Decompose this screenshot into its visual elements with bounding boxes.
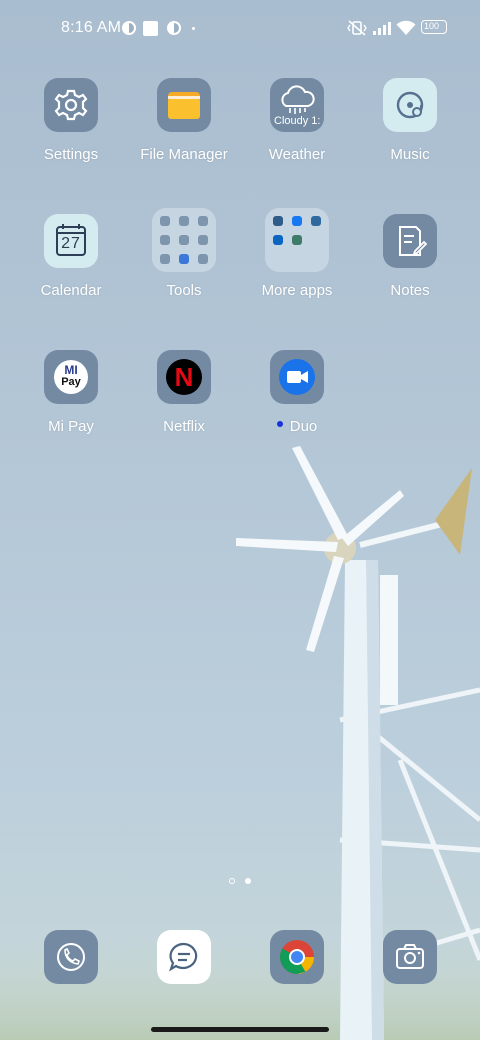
video-camera-icon [270,350,324,404]
page-dot-active[interactable] [245,878,251,884]
camera-icon [396,944,424,969]
app-settings[interactable]: Settings [16,78,126,163]
app-duo[interactable]: Duo [242,350,352,435]
more-notifications-dot [192,27,195,30]
folder-grid-icon [265,208,329,272]
square-notification-icon [143,21,158,36]
wifi-icon [396,20,416,35]
phone-icon [57,943,85,971]
app-label: Notes [390,282,430,299]
cellular-signal-icon [373,22,391,35]
calendar-icon: 27 [44,214,98,268]
app-label-row: Duo [242,418,352,435]
status-bar: 8:16 AM 100 [0,0,480,56]
mi-pay-icon: MI Pay [44,350,98,404]
home-gesture-bar[interactable] [151,1027,329,1032]
app-netflix[interactable]: N Netflix [129,350,239,435]
app-weather[interactable]: Cloudy 1: Weather [242,78,352,163]
app-label: Duo [289,418,318,435]
battery-level: 100 [424,21,440,31]
gear-icon [44,78,98,132]
weather-summary: Cloudy 1: [274,115,321,127]
netflix-icon: N [157,350,211,404]
app-label: Weather [268,146,326,163]
app-notes[interactable]: Notes [355,214,465,299]
pay-logo-text: Pay [61,376,81,388]
message-bubble-icon [169,942,198,972]
app-label: Calendar [40,282,102,299]
battery-icon: 100 [421,20,447,34]
music-disc-icon [383,78,437,132]
app-label: Mi Pay [48,418,94,435]
app-music[interactable]: Music [355,78,465,163]
app-label: File Manager [140,146,228,163]
app-calendar[interactable]: 27 Calendar [16,214,126,299]
folder-more-apps[interactable]: More apps [242,208,352,299]
notification-app-icon [122,21,136,35]
dock-chrome[interactable] [270,930,324,984]
folder-tools[interactable]: Tools [129,208,239,299]
mute-vibrate-icon [347,20,367,36]
app-file-manager[interactable]: File Manager [129,78,239,163]
dock-messages[interactable] [157,930,211,984]
dock-phone[interactable] [44,930,98,984]
note-pencil-icon [383,214,437,268]
calendar-day: 27 [61,235,81,252]
page-dot[interactable] [229,878,235,884]
app-label: Settings [43,146,99,163]
app-label: More apps [261,282,333,299]
new-app-indicator [276,421,283,428]
folder-grid-icon [152,208,216,272]
chrome-icon [280,940,314,974]
status-time: 8:16 AM [61,19,122,36]
notification-app-icon-2 [167,21,181,35]
folder-icon [157,78,211,132]
app-mi-pay[interactable]: MI Pay Mi Pay [16,350,126,435]
app-label: Music [390,146,430,163]
app-label: Tools [166,282,202,299]
dock-camera[interactable] [383,930,437,984]
app-label: Netflix [163,418,205,435]
netflix-logo: N [174,362,194,392]
mi-logo-text: MI [64,363,78,377]
cloud-rain-icon: Cloudy 1: [270,78,324,132]
